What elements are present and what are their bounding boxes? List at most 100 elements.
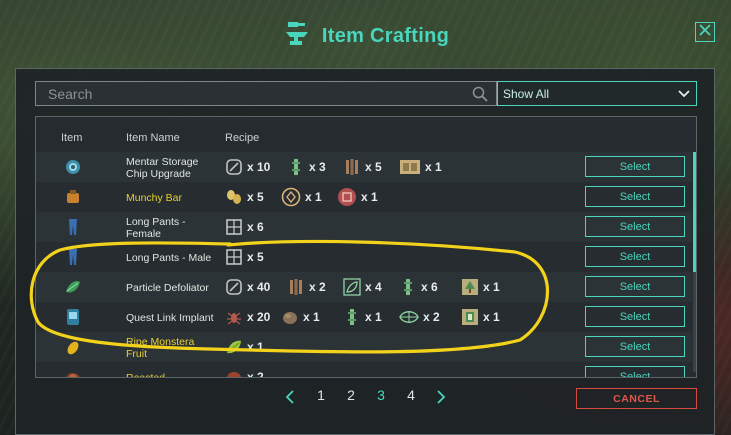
ingredient-qty: x 5: [247, 250, 264, 264]
ingredient-qty: x 10: [247, 160, 271, 174]
ingredient: x 6: [399, 277, 438, 297]
ingredient: x 1: [343, 307, 382, 327]
stone-icon: [281, 308, 299, 326]
list-item[interactable]: Long Pants - Male x 5 Select: [36, 242, 692, 272]
close-x-icon: [699, 23, 711, 41]
ingredient: x 1: [399, 157, 442, 177]
chip-panel-icon: [461, 308, 479, 326]
tree-panel-icon: [461, 278, 479, 296]
chevron-right-icon[interactable]: [435, 390, 447, 404]
ingredient-qty: x 1: [247, 340, 264, 354]
list-item[interactable]: Particle Defoliator x 40 x 2 x 4 x 6 x 1…: [36, 272, 692, 302]
seeds-icon: [225, 188, 243, 206]
roasted-icon: [64, 368, 82, 377]
scrollbar-thumb[interactable]: [693, 152, 696, 272]
monstera-fruit-icon: [64, 338, 82, 356]
ingredient: x 6: [225, 217, 264, 237]
slash-disc-icon: [225, 278, 243, 296]
pants-icon: [64, 218, 82, 236]
cancel-button[interactable]: CANCEL: [576, 388, 697, 409]
ingredient-qty: x 1: [361, 190, 378, 204]
page-1[interactable]: 1: [311, 387, 331, 403]
ingredient: x 1: [225, 337, 264, 357]
ingredient: x 2: [225, 367, 264, 378]
select-button[interactable]: Select: [585, 306, 685, 327]
implant-icon: [64, 308, 82, 326]
crafting-panel: Show All Item Item Name Recipe Mentar St…: [15, 68, 715, 435]
fabric-icon: [225, 248, 243, 266]
munchy-bar-icon: [64, 188, 82, 206]
round-badge-icon: [281, 187, 301, 207]
close-button[interactable]: [695, 22, 715, 42]
red-round-icon: [337, 187, 357, 207]
pipe-icon: [343, 308, 361, 326]
pipe-icon: [287, 158, 305, 176]
pipe-icon: [399, 278, 417, 296]
pants-icon: [64, 248, 82, 266]
ingredient: x 4: [343, 277, 382, 297]
ingredient-qty: x 1: [483, 280, 500, 294]
anvil-hammer-icon: [282, 19, 312, 54]
list-scrollbar[interactable]: [693, 152, 696, 372]
item-name: Quest Link Implant: [126, 312, 214, 324]
item-name: Mentar Storage Chip Upgrade: [126, 156, 199, 180]
ingredient-qty: x 1: [365, 310, 382, 324]
roast-icon: [225, 368, 243, 377]
page-4[interactable]: 4: [401, 387, 421, 403]
list-header: Item Item Name Recipe: [36, 132, 696, 148]
ingredient: x 1: [461, 307, 500, 327]
leaf-panel-icon: [343, 278, 361, 296]
item-name: Munchy Bar: [126, 192, 183, 204]
search-input[interactable]: [48, 85, 448, 102]
list-item[interactable]: Munchy Bar x 5 x 1 x 1 Select: [36, 182, 692, 212]
select-button[interactable]: Select: [585, 156, 685, 177]
list-item[interactable]: Long Pants - Female x 6 Select: [36, 212, 692, 242]
chevron-left-icon[interactable]: [284, 390, 296, 404]
ingredient: x 1: [461, 277, 500, 297]
select-button[interactable]: Select: [585, 336, 685, 357]
list-item[interactable]: Quest Link Implant x 20 x 1 x 1 x 2 x 1 …: [36, 302, 692, 332]
bundle-icon: [287, 278, 305, 296]
ingredient: x 5: [225, 187, 264, 207]
ingredient-qty: x 5: [365, 160, 382, 174]
ingredient: x 3: [287, 157, 326, 177]
recipe-rows: Mentar Storage Chip Upgrade x 10 x 3 x 5: [36, 152, 692, 378]
item-name: Ripe Monstera Fruit: [126, 336, 195, 360]
select-button[interactable]: Select: [585, 246, 685, 267]
filter-dropdown-value: Show All: [503, 86, 550, 101]
ingredient: x 20: [225, 307, 270, 327]
column-header-item: Item: [61, 132, 83, 144]
ingredient-qty: x 1: [425, 160, 442, 174]
chip-icon: [64, 158, 82, 176]
ingredient: x 1: [281, 307, 320, 327]
select-button[interactable]: Select: [585, 216, 685, 237]
bundle-icon: [343, 158, 361, 176]
ingredient: x 5: [343, 157, 382, 177]
list-item[interactable]: Mentar Storage Chip Upgrade x 10 x 3 x 5: [36, 152, 692, 182]
filter-dropdown[interactable]: Show All: [497, 81, 697, 106]
ingredient-qty: x 1: [303, 310, 320, 324]
bug-icon: [225, 308, 243, 326]
ingredient: x 40: [225, 277, 270, 297]
ingredient-qty: x 1: [305, 190, 322, 204]
select-button[interactable]: Select: [585, 366, 685, 377]
search-box[interactable]: [35, 81, 497, 106]
select-button[interactable]: Select: [585, 186, 685, 207]
ingredient-qty: x 2: [309, 280, 326, 294]
list-item[interactable]: Ripe Monstera Fruit x 1 Select: [36, 332, 692, 362]
ingredient: x 1: [337, 187, 378, 207]
select-button[interactable]: Select: [585, 276, 685, 297]
ingredient: x 2: [399, 307, 440, 327]
ingredient-qty: x 4: [365, 280, 382, 294]
defoliator-icon: [64, 278, 82, 296]
list-item[interactable]: Roasted x 2 Select: [36, 362, 692, 378]
page-2[interactable]: 2: [341, 387, 361, 403]
page-3[interactable]: 3: [371, 387, 391, 403]
column-header-item-name: Item Name: [126, 132, 180, 144]
item-name: Roasted: [126, 372, 166, 378]
panel-icon: [399, 158, 421, 176]
search-icon[interactable]: [472, 86, 488, 102]
ingredient-qty: x 6: [421, 280, 438, 294]
ingredient-qty: x 2: [247, 370, 264, 378]
slash-disc-icon: [225, 158, 243, 176]
